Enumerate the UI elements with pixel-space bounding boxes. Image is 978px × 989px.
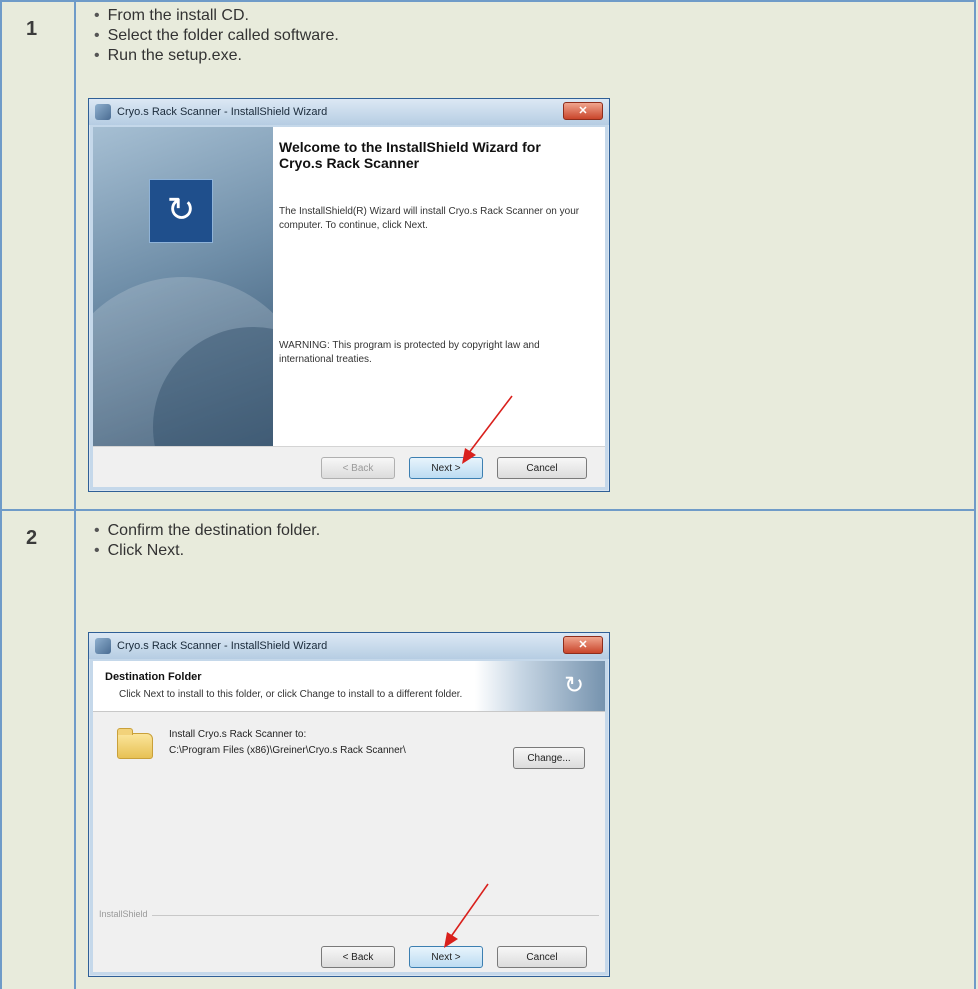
instruction-item: Confirm the destination folder.: [94, 521, 321, 541]
cancel-button[interactable]: Cancel: [497, 457, 587, 479]
dialog-titlebar[interactable]: Cryo.s Rack Scanner - InstallShield Wiza…: [89, 99, 609, 125]
change-button[interactable]: Change...: [513, 747, 585, 769]
instruction-item: Click Next.: [94, 541, 320, 561]
folder-icon: [117, 728, 153, 759]
intro-text: The InstallShield(R) Wizard will install…: [279, 206, 580, 231]
dialog-body: ↻ Welcome to the InstallShield Wizard fo…: [93, 127, 605, 487]
instruction-list: From the install CD. Select the folder c…: [94, 6, 339, 66]
install-location-label: Install Cryo.s Rack Scanner to:: [169, 729, 307, 740]
back-button[interactable]: < Back: [321, 946, 395, 968]
divider: [99, 915, 599, 916]
instruction-item: Select the folder called software.: [94, 26, 339, 46]
dialog-titlebar[interactable]: Cryo.s Rack Scanner - InstallShield Wiza…: [89, 633, 609, 659]
cryo-logo-icon: ↻: [563, 672, 585, 699]
next-button[interactable]: Next >: [409, 946, 483, 968]
wizard-banner: ↻ Destination Folder Click Next to insta…: [93, 661, 605, 712]
step-number: 1: [2, 2, 76, 509]
wizard-content: Welcome to the InstallShield Wizard for …: [273, 127, 605, 449]
banner-title: Destination Folder: [105, 671, 202, 683]
install-path: C:\Program Files (x86)\Greiner\Cryo.s Ra…: [169, 745, 406, 756]
wizard-side-graphic: ↻: [93, 127, 273, 449]
instruction-item: From the install CD.: [94, 6, 339, 26]
dialog-title: Cryo.s Rack Scanner - InstallShield Wiza…: [117, 640, 328, 652]
installer-app-icon: [95, 638, 111, 654]
instruction-list: Confirm the destination folder. Click Ne…: [94, 521, 321, 561]
dialog-body: ↻ Destination Folder Click Next to insta…: [93, 661, 605, 972]
back-button[interactable]: < Back: [321, 457, 395, 479]
step-number: 2: [2, 511, 76, 989]
cancel-button[interactable]: Cancel: [497, 946, 587, 968]
cryo-logo-icon: ↻: [149, 179, 213, 243]
instruction-item: Run the setup.exe.: [94, 46, 339, 66]
installshield-brand: InstallShield: [99, 909, 152, 919]
close-icon: ✕: [578, 639, 588, 651]
close-button[interactable]: ✕: [563, 102, 603, 120]
banner-subtitle: Click Next to install to this folder, or…: [119, 689, 463, 700]
button-bar: < Back Next > Cancel: [93, 936, 605, 972]
close-icon: ✕: [578, 105, 588, 117]
copyright-warning: WARNING: This program is protected by co…: [279, 340, 540, 365]
welcome-dialog: Cryo.s Rack Scanner - InstallShield Wiza…: [88, 98, 610, 492]
welcome-heading: Welcome to the InstallShield Wizard for …: [279, 139, 541, 171]
installer-app-icon: [95, 104, 111, 120]
close-button[interactable]: ✕: [563, 636, 603, 654]
destination-dialog: Cryo.s Rack Scanner - InstallShield Wiza…: [88, 632, 610, 977]
button-bar: < Back Next > Cancel: [93, 446, 605, 487]
dialog-title: Cryo.s Rack Scanner - InstallShield Wiza…: [117, 106, 328, 118]
next-button[interactable]: Next >: [409, 457, 483, 479]
